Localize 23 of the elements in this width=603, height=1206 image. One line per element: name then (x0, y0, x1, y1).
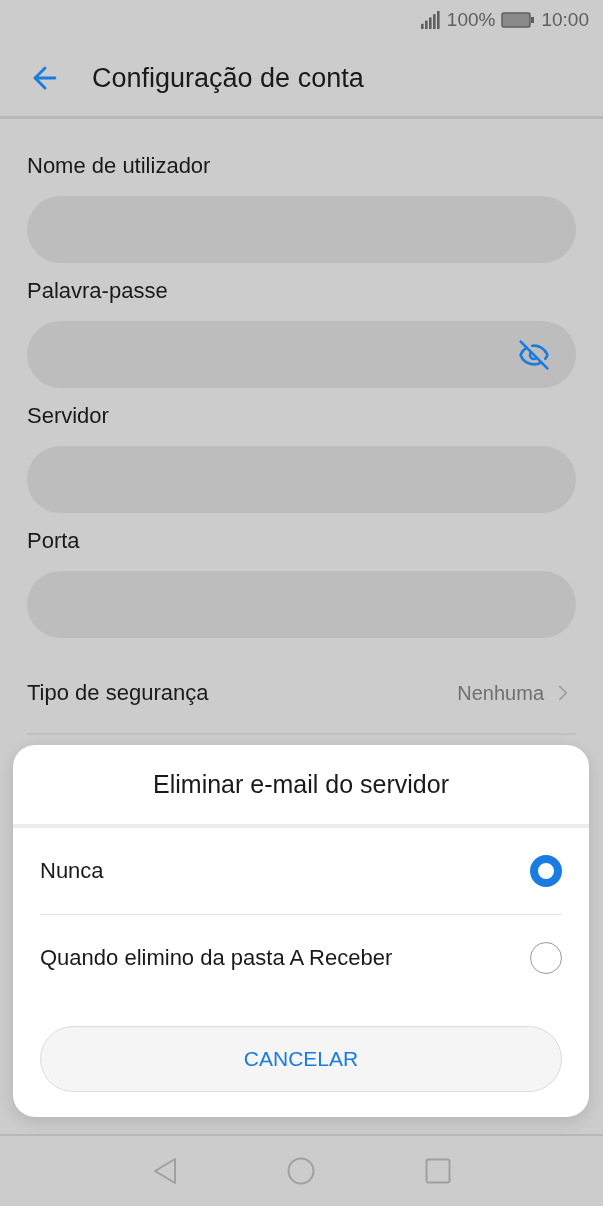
clock-time: 10:00 (541, 9, 589, 31)
security-type-row[interactable]: Tipo de segurança Nenhuma (27, 653, 576, 735)
field-label: Servidor (27, 402, 110, 430)
dialog-title: Eliminar e-mail do servidor (13, 745, 589, 828)
option-row[interactable]: Nunca (40, 828, 562, 915)
cancel-button[interactable]: CANCELAR (40, 1026, 562, 1092)
row-value: Nenhuma (457, 681, 544, 705)
back-nav-icon[interactable] (152, 1157, 177, 1185)
field-label: Palavra-passe (27, 277, 169, 305)
row-label: Tipo de segurança (27, 680, 209, 706)
option-label: Quando elimino da pasta A Receber (40, 945, 393, 971)
hide-password-icon[interactable] (518, 338, 550, 371)
field-label: Nome de utilizador (27, 152, 212, 180)
battery-percentage: 100% (446, 9, 496, 31)
radio-button[interactable] (530, 855, 562, 887)
battery-icon (501, 12, 536, 28)
recents-nav-icon[interactable] (424, 1158, 451, 1184)
field-label: Porta (27, 527, 81, 555)
option-row[interactable]: Quando elimino da pasta A Receber (40, 915, 562, 1001)
screen-title: Configuração de conta (92, 62, 364, 94)
option-label: Nunca (40, 858, 104, 884)
home-nav-icon[interactable] (286, 1157, 315, 1185)
signal-icon (420, 11, 441, 29)
